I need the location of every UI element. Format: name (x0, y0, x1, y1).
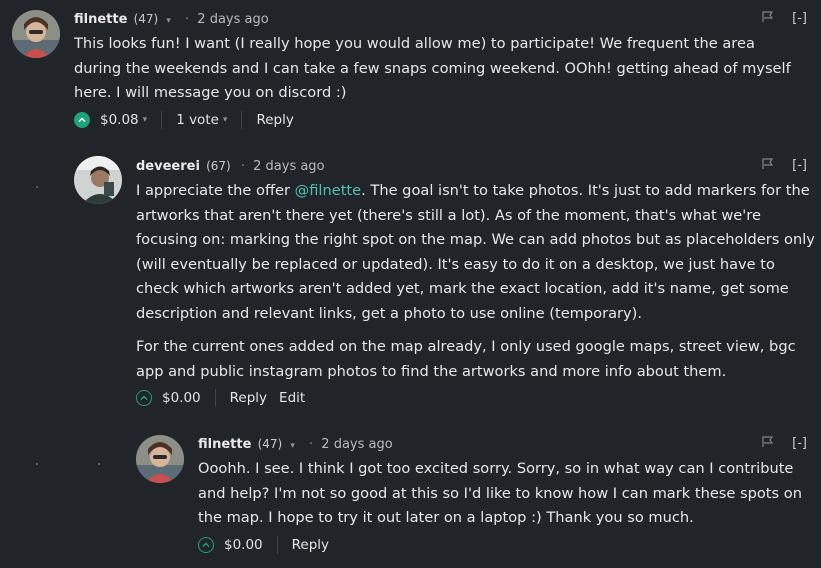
avatar-image (74, 156, 122, 204)
author-name[interactable]: filnette (198, 437, 251, 452)
flag-icon[interactable] (762, 158, 778, 173)
separator-dot: · (240, 159, 245, 174)
divider (241, 111, 243, 129)
chevron-up-icon (78, 117, 86, 123)
thread-indent-marker (36, 186, 38, 188)
paragraph-text: . The goal isn't to take photos. It's ju… (136, 182, 815, 322)
comment-tools: [-] (762, 9, 807, 29)
avatar-image (136, 435, 184, 483)
author-reputation: (47) (133, 12, 159, 26)
upvote-button[interactable] (74, 112, 90, 128)
separator-dot: · (309, 437, 314, 452)
flag-icon[interactable] (762, 436, 778, 451)
author-name[interactable]: filnette (74, 12, 127, 27)
collapse-button[interactable]: [-] (792, 436, 807, 451)
author-reputation: (47) (257, 437, 283, 451)
vote-count[interactable]: 1 vote (176, 108, 219, 132)
payout-value[interactable]: $0.00 (224, 533, 263, 557)
comment-tools: [-] (762, 434, 807, 454)
thread-indent-marker (36, 463, 38, 465)
chevron-down-icon[interactable]: ▾ (143, 108, 148, 132)
chevron-down-icon[interactable]: ▾ (166, 16, 171, 26)
avatar[interactable] (12, 10, 60, 58)
reply-link[interactable]: Reply (292, 533, 329, 557)
divider (276, 536, 278, 554)
comment-footer: $0.00 Reply (198, 533, 329, 557)
timestamp[interactable]: 2 days ago (253, 159, 324, 174)
payout-value[interactable]: $0.08 (100, 108, 139, 132)
avatar[interactable] (74, 156, 122, 204)
comment-paragraph: This looks fun! I want (I really hope yo… (74, 35, 791, 101)
timestamp[interactable]: 2 days ago (321, 437, 392, 452)
timestamp[interactable]: 2 days ago (197, 12, 268, 27)
comment-paragraph: For the current ones added on the map al… (136, 338, 796, 380)
chevron-down-icon[interactable]: ▾ (223, 108, 228, 132)
divider (214, 389, 216, 407)
comment-header: filnette (47) ▾ · 2 days ago (74, 9, 269, 29)
paragraph-text: I appreciate the offer (136, 182, 295, 199)
comment-footer: $0.00 Reply Edit (136, 386, 305, 410)
edit-link[interactable]: Edit (279, 386, 305, 410)
chevron-up-icon (202, 542, 210, 547)
divider (161, 111, 163, 129)
comment-footer: $0.08 ▾ 1 vote ▾ Reply (74, 108, 294, 132)
comment-header: filnette (47) ▾ · 2 days ago (198, 434, 393, 454)
avatar[interactable] (136, 435, 184, 483)
comment-body: I appreciate the offer @filnette. The go… (136, 179, 816, 393)
collapse-button[interactable]: [-] (792, 158, 807, 173)
comment-paragraph: Ooohh. I see. I think I got too excited … (198, 460, 802, 526)
avatar-image (12, 10, 60, 58)
upvote-button[interactable] (136, 390, 152, 406)
comment-thread: filnette (47) ▾ · 2 days ago [-] This lo… (0, 0, 821, 568)
upvote-button[interactable] (198, 537, 214, 553)
reply-link[interactable]: Reply (256, 108, 293, 132)
comment-body: This looks fun! I want (I really hope yo… (74, 32, 794, 115)
reply-link[interactable]: Reply (230, 386, 267, 410)
collapse-button[interactable]: [-] (792, 11, 807, 26)
comment-header: deveerei (67) · 2 days ago (136, 156, 325, 176)
thread-indent-marker (98, 463, 100, 465)
author-reputation: (67) (206, 159, 231, 173)
payout-value[interactable]: $0.00 (162, 386, 201, 410)
comment-body: Ooohh. I see. I think I got too excited … (198, 457, 812, 540)
comment-paragraph: I appreciate the offer @filnette. The go… (136, 179, 816, 326)
flag-icon[interactable] (762, 11, 778, 26)
separator-dot: · (185, 12, 190, 27)
author-name[interactable]: deveerei (136, 159, 200, 174)
user-mention-link[interactable]: @filnette (295, 182, 362, 199)
comment-tools: [-] (762, 156, 807, 176)
chevron-down-icon[interactable]: ▾ (290, 441, 295, 451)
chevron-up-icon (140, 395, 148, 400)
